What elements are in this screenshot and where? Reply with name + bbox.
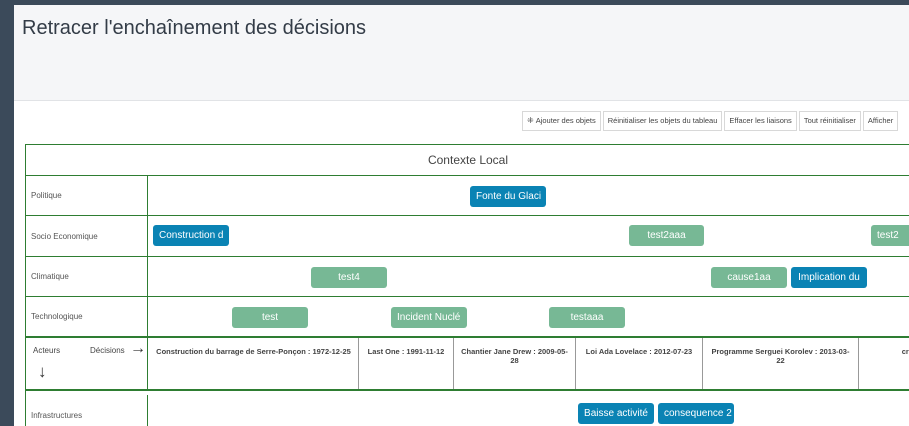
- reset-all-button[interactable]: Tout réinitialiser: [798, 111, 861, 131]
- row-label: Politique: [26, 176, 148, 215]
- move-arrows-icon: ⁜: [527, 116, 534, 125]
- decisions-row: Acteurs Décisions → ↓ Construction du ba…: [26, 336, 909, 391]
- context-chip[interactable]: Implication du: [791, 267, 867, 288]
- context-chip[interactable]: test: [232, 307, 308, 328]
- decision-cell[interactable]: Chantier Jane Drew : 2009-05-28: [454, 338, 576, 389]
- context-row-technologique: Technologique test Incident Nuclé testaa…: [26, 296, 909, 336]
- context-row-politique: Politique Fonte du Glaci: [26, 175, 909, 215]
- page-header: Retracer l'enchaînement des décisions: [14, 5, 909, 101]
- row-label: Socio Economique: [26, 216, 148, 256]
- decision-board: Contexte Local Politique Fonte du Glaci …: [25, 144, 909, 426]
- context-header-row: Contexte Local: [26, 144, 909, 175]
- context-chip[interactable]: Fonte du Glaci: [470, 186, 546, 207]
- toolbar: ⁜ Ajouter des objets Réinitialiser les ob…: [522, 111, 900, 131]
- context-chip[interactable]: cause1aa: [711, 267, 787, 288]
- row-label: Climatique: [26, 257, 148, 296]
- arrow-down-icon: ↓: [38, 362, 47, 381]
- actors-decisions-corner: Acteurs Décisions → ↓: [26, 338, 148, 389]
- decision-cell[interactable]: Last One : 1991-11-12: [359, 338, 454, 389]
- clear-links-button[interactable]: Effacer les liaisons: [724, 111, 797, 131]
- context-title: Contexte Local: [427, 153, 509, 167]
- decisions-label: Décisions: [90, 346, 125, 355]
- actors-label: Acteurs: [33, 346, 61, 355]
- page-title: Retracer l'enchaînement des décisions: [22, 17, 367, 39]
- arrow-right-icon: →: [130, 340, 146, 357]
- decision-cell[interactable]: Loi Ada Lovelace : 2012-07-23: [576, 338, 703, 389]
- decision-cell[interactable]: Construction du barrage de Serre-Ponçon …: [149, 338, 359, 389]
- show-button[interactable]: Afficher: [862, 111, 899, 131]
- context-row-climatique: Climatique test4 cause1aa Implication du: [26, 256, 909, 296]
- actor-chip[interactable]: Baisse activité: [578, 403, 654, 424]
- context-chip[interactable]: testaaa: [549, 307, 625, 328]
- add-objects-button[interactable]: ⁜ Ajouter des objets: [522, 111, 601, 131]
- reset-table-objects-button[interactable]: Réinitialiser les objets du tableau: [602, 111, 723, 131]
- context-chip[interactable]: Construction d: [153, 225, 229, 246]
- add-objects-label: Ajouter des objets: [535, 116, 596, 125]
- context-row-socio-economique: Socio Economique Construction d test2aaa…: [26, 215, 909, 256]
- context-chip[interactable]: test2: [871, 225, 909, 246]
- context-chip[interactable]: test2aaa: [629, 225, 704, 246]
- row-label: Technologique: [26, 297, 148, 336]
- decision-cell[interactable]: cré: [859, 338, 909, 389]
- row-label: Infrastructures: [26, 395, 148, 426]
- page: Retracer l'enchaînement des décisions ⁜ A…: [14, 5, 909, 426]
- context-chip[interactable]: test4: [311, 267, 387, 288]
- decision-cell[interactable]: Programme Serguei Korolev : 2013-03-22: [703, 338, 859, 389]
- actor-chip[interactable]: consequence 2: [658, 403, 734, 424]
- actor-row-infrastructures: Infrastructures Baisse activité conseque…: [26, 395, 909, 426]
- context-chip[interactable]: Incident Nuclé: [391, 307, 467, 328]
